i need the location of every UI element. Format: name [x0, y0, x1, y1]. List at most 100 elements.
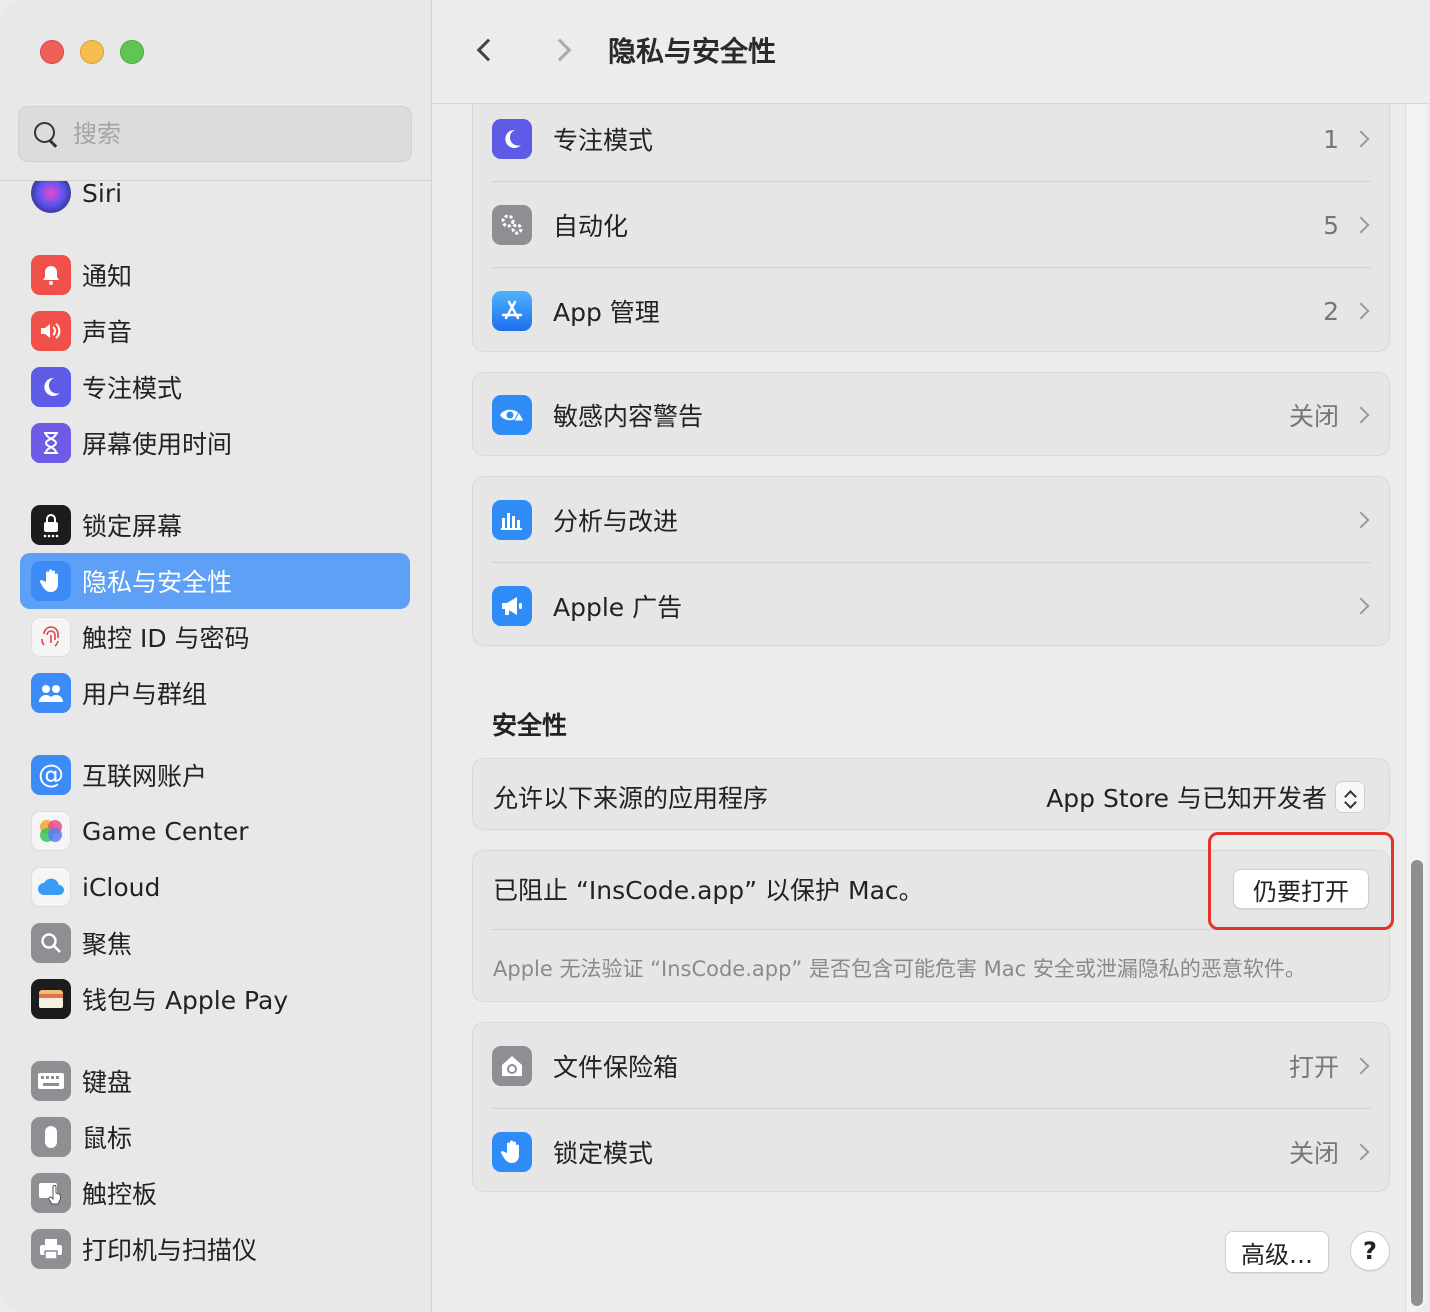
gears-icon	[492, 205, 532, 245]
sidebar-item-label: 触控 ID 与密码	[82, 624, 250, 653]
app-store-icon	[492, 291, 532, 331]
sidebar-item-icloud[interactable]: iCloud	[20, 859, 410, 915]
eye-warning-icon	[492, 395, 532, 435]
maximize-window-button[interactable]	[120, 40, 144, 64]
sidebar-item-touch-id[interactable]: 触控 ID 与密码	[20, 609, 410, 665]
sidebar-item-notifications[interactable]: 通知	[20, 247, 410, 303]
advanced-button[interactable]: 高级…	[1225, 1231, 1329, 1273]
users-icon	[31, 673, 71, 713]
sidebar-item-internet-accounts[interactable]: @ 互联网账户	[20, 747, 410, 803]
help-button[interactable]: ?	[1350, 1231, 1390, 1271]
filevault-group: 文件保险箱 打开 锁定模式 关闭	[472, 1022, 1390, 1192]
sidebar-item-label: 屏幕使用时间	[82, 430, 233, 459]
magnifier-icon	[31, 923, 71, 963]
allow-apps-label: 允许以下来源的应用程序	[493, 784, 769, 813]
sidebar-item-sound[interactable]: 声音	[20, 303, 410, 359]
sidebar-item-siri[interactable]: Siri	[20, 181, 410, 221]
row-label: Apple 广告	[553, 593, 683, 622]
sidebar-item-label: 键盘	[82, 1068, 133, 1097]
row-value: 关闭	[1288, 1139, 1339, 1168]
chevron-right-icon	[1352, 1057, 1370, 1075]
chevron-right-icon	[1352, 216, 1370, 234]
sidebar-item-label: 打印机与扫描仪	[82, 1236, 258, 1265]
forward-button[interactable]	[540, 30, 580, 70]
megaphone-icon	[492, 586, 532, 626]
chevron-right-icon	[1352, 406, 1370, 424]
sidebar-list: Siri 通知 声音 专注模式 屏幕使用时间 锁定屏幕 隐私与安全性 触控 ID…	[20, 181, 410, 1312]
mouse-icon	[31, 1117, 71, 1157]
chevron-right-icon	[1352, 511, 1370, 529]
wallet-icon	[31, 979, 71, 1019]
row-label: 文件保险箱	[553, 1053, 679, 1082]
traffic-lights	[40, 40, 144, 64]
scrollbar[interactable]	[1405, 104, 1427, 1312]
blocked-app-message: 已阻止 “InsCode.app” 以保护 Mac。	[493, 876, 924, 905]
sidebar-item-users-groups[interactable]: 用户与群组	[20, 665, 410, 721]
chevron-right-icon	[1352, 597, 1370, 615]
blocked-app-note: Apple 无法验证 “InsCode.app” 是否包含可能危害 Mac 安全…	[493, 957, 1306, 981]
fingerprint-icon	[31, 617, 71, 657]
search-box[interactable]	[18, 106, 412, 162]
scrollbar-thumb[interactable]	[1411, 860, 1423, 1306]
sidebar: Siri 通知 声音 专注模式	[0, 0, 432, 1312]
row-lockdown-mode[interactable]: 锁定模式 关闭	[473, 1109, 1389, 1191]
hand-icon	[492, 1132, 532, 1172]
analytics-group: 分析与改进 Apple 广告	[472, 476, 1390, 646]
allow-apps-popup[interactable]: App Store 与已知开发者	[1046, 779, 1365, 815]
sidebar-item-screen-time[interactable]: 屏幕使用时间	[20, 415, 410, 471]
row-analytics[interactable]: 分析与改进	[473, 477, 1389, 563]
row-value: 1	[1323, 124, 1339, 154]
row-focus[interactable]: 专注模式 1	[473, 96, 1389, 182]
moon-icon	[31, 367, 71, 407]
sidebar-item-label: Game Center	[82, 816, 249, 846]
main-pane: 隐私与安全性 专注模式 1 自动化 5 App 管理 2 敏感内容警告 关闭 分…	[432, 0, 1430, 1312]
row-app-management[interactable]: App 管理 2	[473, 268, 1389, 351]
row-apple-ads[interactable]: Apple 广告	[473, 563, 1389, 645]
privacy-group: 专注模式 1 自动化 5 App 管理 2	[472, 84, 1390, 352]
back-button[interactable]	[468, 30, 508, 70]
row-label: App 管理	[553, 298, 660, 327]
sidebar-item-label: 通知	[82, 262, 133, 291]
game-center-icon	[31, 811, 71, 851]
search-icon	[33, 121, 59, 147]
speaker-icon	[31, 311, 71, 351]
bell-icon	[31, 255, 71, 295]
sidebar-item-printers[interactable]: 打印机与扫描仪	[20, 1221, 410, 1277]
allow-apps-value: App Store 与已知开发者	[1046, 784, 1327, 813]
siri-icon	[31, 181, 71, 213]
sidebar-item-spotlight[interactable]: 聚焦	[20, 915, 410, 971]
sidebar-item-mouse[interactable]: 鼠标	[20, 1109, 410, 1165]
row-label: 自动化	[553, 212, 629, 241]
sidebar-item-label: iCloud	[82, 872, 161, 902]
minimize-window-button[interactable]	[80, 40, 104, 64]
at-icon: @	[31, 755, 71, 795]
section-title-security: 安全性	[492, 711, 568, 740]
house-lock-icon	[492, 1046, 532, 1086]
hand-icon	[31, 561, 71, 601]
sidebar-item-label: 声音	[82, 318, 133, 347]
sidebar-item-privacy-security[interactable]: 隐私与安全性	[20, 553, 410, 609]
row-automation[interactable]: 自动化 5	[473, 182, 1389, 268]
sidebar-item-game-center[interactable]: Game Center	[20, 803, 410, 859]
row-sensitive-content-warning[interactable]: 敏感内容警告 关闭	[473, 373, 1389, 455]
highlight-box	[1208, 832, 1394, 930]
sidebar-item-trackpad[interactable]: 触控板	[20, 1165, 410, 1221]
close-window-button[interactable]	[40, 40, 64, 64]
sidebar-item-label: 用户与群组	[82, 680, 208, 709]
page-title: 隐私与安全性	[608, 35, 777, 68]
sidebar-item-wallet[interactable]: 钱包与 Apple Pay	[20, 971, 410, 1027]
row-filevault[interactable]: 文件保险箱 打开	[473, 1023, 1389, 1109]
sidebar-item-lock-screen[interactable]: 锁定屏幕	[20, 497, 410, 553]
chart-icon	[492, 500, 532, 540]
sidebar-item-keyboard[interactable]: 键盘	[20, 1053, 410, 1109]
trackpad-icon	[31, 1173, 71, 1213]
row-value: 关闭	[1288, 402, 1339, 431]
row-label: 分析与改进	[553, 507, 679, 536]
toolbar: 隐私与安全性	[432, 0, 1430, 104]
sidebar-item-label: 隐私与安全性	[82, 568, 233, 597]
allow-apps-group: 允许以下来源的应用程序 App Store 与已知开发者	[472, 758, 1390, 830]
sidebar-item-focus[interactable]: 专注模式	[20, 359, 410, 415]
search-input[interactable]	[73, 120, 373, 148]
chevron-left-icon	[476, 38, 500, 62]
sidebar-item-label: 聚焦	[82, 930, 133, 959]
